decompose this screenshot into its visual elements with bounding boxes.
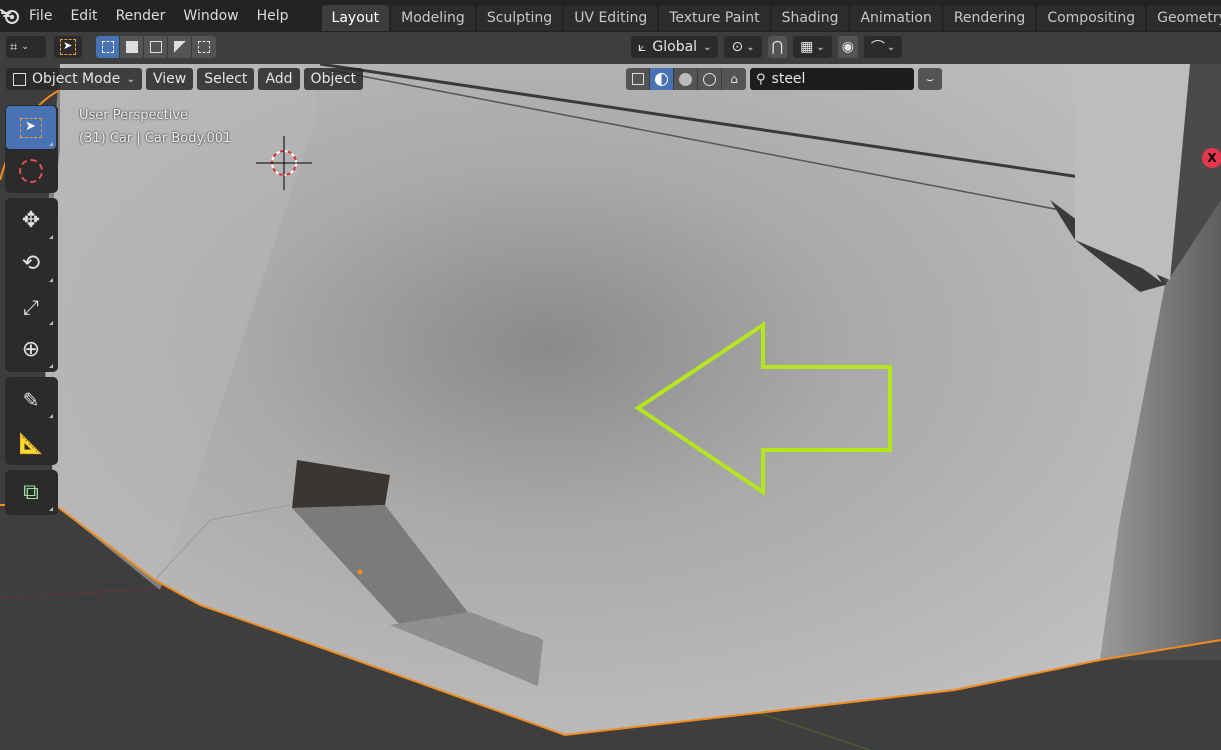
view-menu[interactable]: View — [146, 68, 194, 90]
search-dropdown-button[interactable]: ⌣ — [918, 68, 942, 90]
tab-rendering[interactable]: Rendering — [943, 5, 1036, 31]
tool-measure[interactable]: 📐 — [6, 421, 56, 464]
search-icon: ⚲ — [756, 71, 766, 87]
mode-dropdown[interactable]: Object Mode ⌄ — [6, 68, 142, 90]
material-preview-button[interactable] — [674, 68, 698, 90]
chevron-down-icon: ⌣ — [926, 71, 934, 86]
chevron-down-icon: ⌄ — [126, 73, 135, 85]
chevron-down-icon: ⌄ — [816, 41, 825, 53]
chevron-down-icon: ⌄ — [703, 41, 712, 53]
tab-uv-editing[interactable]: UV Editing — [564, 5, 658, 31]
chevron-down-icon: ⌄ — [21, 42, 29, 52]
select-new-icon — [101, 41, 114, 53]
falloff-dropdown[interactable]: ⌒ ⌄ — [863, 36, 903, 58]
mode-value: Object Mode — [32, 71, 121, 87]
snap-grid-icon: ▦ — [800, 39, 814, 55]
orientation-icon: ⟀ — [638, 39, 647, 55]
select-new-button[interactable] — [96, 36, 120, 58]
rotate-icon: ⟲ — [21, 251, 41, 276]
tool-shelf: ➤ ✥ ⟲ ⤢ ⊕ ✎ 📐 ⧉ — [5, 105, 58, 520]
select-box-icon: ➤ — [20, 117, 42, 138]
selection-mode-buttons — [96, 36, 216, 58]
editor-type-icon: ⌗ — [10, 39, 18, 55]
falloff-curve-icon: ⌒ — [870, 40, 885, 56]
snap-target-dropdown[interactable]: ▦ ⌄ — [793, 36, 832, 58]
texture-paint-button[interactable]: ⌂ — [722, 68, 746, 90]
menu-edit[interactable]: Edit — [61, 0, 106, 32]
select-mode-tool-button[interactable]: ➤ — [54, 36, 82, 58]
proportional-edit-toggle[interactable]: ◉ — [837, 36, 858, 58]
tab-compositing[interactable]: Compositing — [1037, 5, 1146, 31]
add-cube-icon: ⧉ — [23, 480, 39, 505]
material-sphere-icon — [679, 72, 692, 86]
tab-layout[interactable]: Layout — [321, 5, 390, 31]
select-subtract-button[interactable] — [144, 36, 168, 58]
perspective-label: User Perspective — [79, 108, 189, 123]
gizmo-x-label: X — [1207, 151, 1217, 165]
annotate-pencil-icon: ✎ — [22, 387, 40, 412]
move-arrows-icon: ✥ — [21, 208, 41, 233]
tool-add-cube[interactable]: ⧉ — [6, 471, 56, 514]
menu-render[interactable]: Render — [107, 0, 175, 32]
blender-logo-icon[interactable] — [0, 0, 20, 32]
top-bar: File Edit Render Window Help Layout Mode… — [0, 0, 1221, 32]
tool-annotate[interactable]: ✎ — [6, 378, 56, 421]
select-intersect-icon — [198, 41, 210, 53]
3d-viewport[interactable]: ⌗ ⌄ ➤ ⟀ Global ⌄ ⊙ ⌄ ⋂ ▦ ⌄ ◉ ⌒ ⌄ Object Mode… — [0, 32, 1221, 750]
object-mode-icon — [13, 72, 26, 86]
workspace-tabs: Layout Modeling Sculpting UV Editing Tex… — [321, 0, 1221, 32]
solid-sphere-icon — [655, 72, 668, 86]
tool-transform[interactable]: ⊕ — [6, 328, 56, 371]
tool-scale[interactable]: ⤢ — [6, 285, 56, 328]
select-invert-button[interactable] — [168, 36, 192, 58]
object-menu[interactable]: Object — [303, 68, 364, 90]
add-menu[interactable]: Add — [258, 68, 300, 90]
tab-texture-paint[interactable]: Texture Paint — [659, 5, 770, 31]
search-value: steel — [771, 71, 806, 87]
gizmo-x-axis[interactable]: X — [1202, 148, 1221, 168]
rendered-shading-button[interactable] — [698, 68, 722, 90]
tool-move[interactable]: ✥ — [6, 199, 56, 242]
select-extend-icon — [125, 41, 138, 53]
select-menu[interactable]: Select — [197, 68, 255, 90]
wireframe-shading-button[interactable] — [626, 68, 650, 90]
shading-mode-buttons: ⌂ — [626, 68, 746, 90]
menu-file[interactable]: File — [20, 0, 61, 32]
snap-toggle[interactable]: ⋂ — [767, 36, 788, 58]
tab-shading[interactable]: Shading — [771, 5, 849, 31]
cursor-crosshair-icon — [19, 158, 43, 183]
transform-icon: ⊕ — [21, 337, 41, 362]
select-invert-icon — [173, 41, 186, 53]
pivot-icon: ⊙ — [731, 39, 744, 55]
material-search-field[interactable]: ⚲ steel — [750, 68, 914, 90]
solid-shading-button[interactable] — [650, 68, 674, 90]
tab-animation[interactable]: Animation — [850, 5, 942, 31]
tab-modeling[interactable]: Modeling — [391, 5, 475, 31]
tool-rotate[interactable]: ⟲ — [6, 242, 56, 285]
measure-ruler-icon: 📐 — [18, 430, 44, 455]
select-subtract-icon — [149, 41, 162, 53]
select-extend-button[interactable] — [120, 36, 144, 58]
brush-icon: ⌂ — [730, 72, 738, 86]
chevron-down-icon: ⌄ — [746, 41, 755, 53]
tab-sculpting[interactable]: Sculpting — [476, 5, 563, 31]
tab-geometry-nodes[interactable]: Geometry Node — [1147, 5, 1221, 31]
cursor-box-icon: ➤ — [60, 39, 76, 55]
scale-icon: ⤢ — [23, 294, 39, 319]
object-info-label: (31) Car | Car Body.001 — [79, 131, 232, 146]
menu-help[interactable]: Help — [248, 0, 298, 32]
magnet-icon: ⋂ — [771, 39, 784, 55]
transform-orientation-value: Global — [652, 39, 698, 55]
menu-window[interactable]: Window — [174, 0, 247, 32]
tool-cursor[interactable] — [6, 149, 56, 192]
rendered-sphere-icon — [703, 72, 716, 86]
proportional-edit-icon: ◉ — [841, 39, 854, 55]
select-intersect-button[interactable] — [192, 36, 216, 58]
transform-orientation-dropdown[interactable]: ⟀ Global ⌄ — [631, 36, 719, 58]
wireframe-icon — [631, 73, 644, 85]
tool-select-box[interactable]: ➤ — [6, 106, 56, 149]
pivot-point-dropdown[interactable]: ⊙ ⌄ — [724, 36, 762, 58]
editor-type-dropdown[interactable]: ⌗ ⌄ — [6, 36, 46, 58]
chevron-down-icon: ⌄ — [886, 41, 896, 53]
